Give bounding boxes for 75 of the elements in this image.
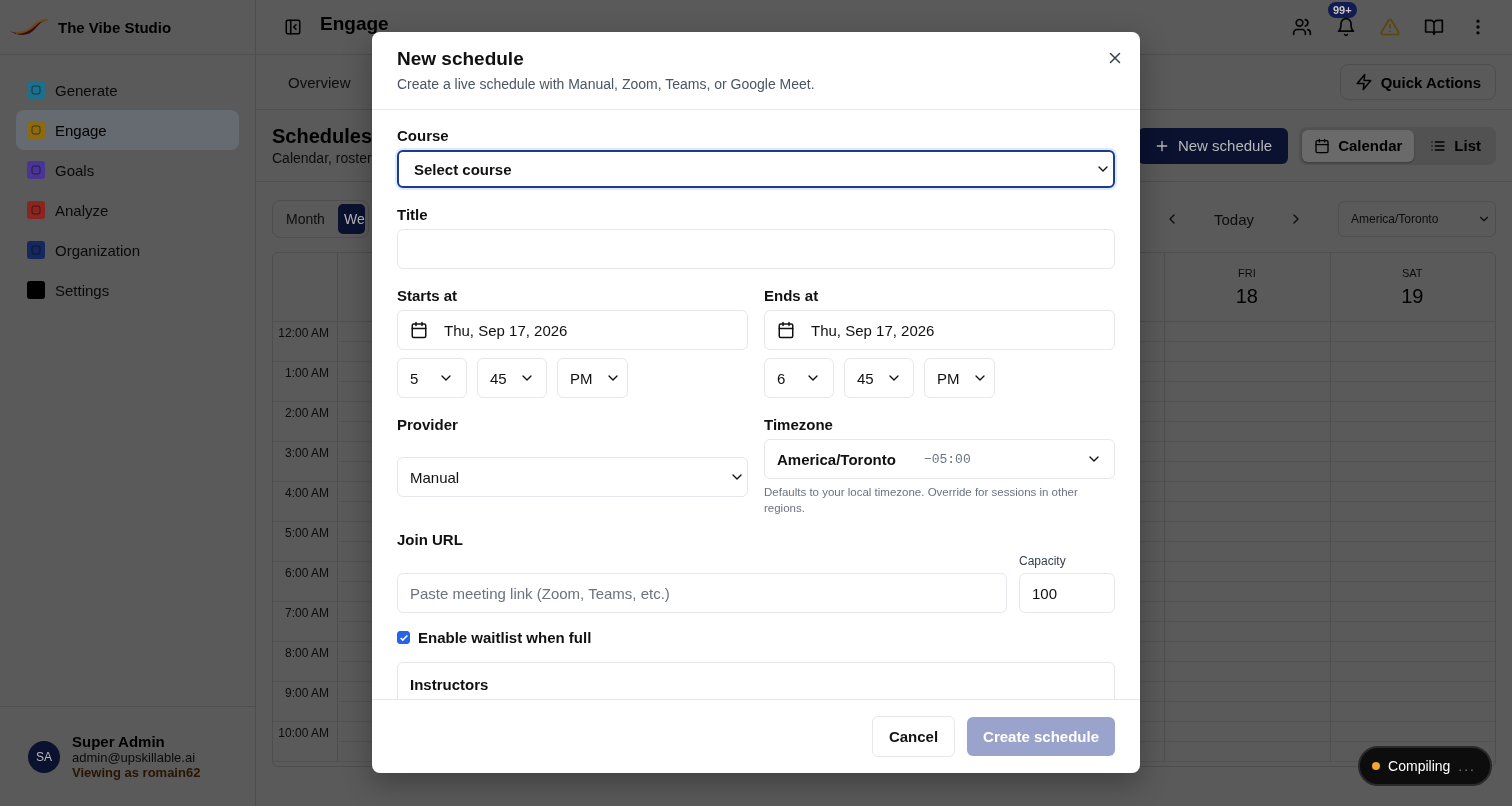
date-field[interactable]: Thu, Sep 17, 2026 [397, 310, 748, 350]
calendar-icon [410, 321, 428, 339]
field-label: Course [397, 126, 450, 146]
section-subtitle: Calendar, roster [272, 150, 373, 166]
viewing-as-label: Viewing as romain62 [72, 765, 201, 780]
menu-item-icon [27, 161, 45, 179]
calendar-icon [1314, 137, 1331, 154]
time-label: 6:00 AM [284, 566, 329, 580]
field-label: Join URL [397, 530, 464, 550]
time-label: 3:00 AM [284, 446, 329, 460]
time-label: 1:00 AM [284, 366, 329, 380]
app-name: The Vibe Studio [58, 18, 172, 36]
section-title: Schedules [272, 125, 373, 148]
users-icon[interactable] [1292, 17, 1312, 37]
time-label: 7:00 AM [284, 606, 329, 620]
menu-item-icon [27, 281, 45, 299]
period-select[interactable]: PM [924, 358, 995, 398]
period-select[interactable]: PM [557, 358, 628, 398]
view-toggle[interactable]: Calendar [1302, 129, 1415, 162]
time-label: 12:00 AM [278, 326, 329, 340]
calendar-icon [777, 321, 795, 339]
field-label: Title [397, 205, 429, 225]
date-field[interactable]: Thu, Sep 17, 2026 [764, 310, 1115, 350]
menu-item-icon [27, 201, 45, 219]
checkbox[interactable] [397, 631, 410, 644]
section-title: Instructors [410, 676, 489, 693]
page-title: Engage [320, 14, 389, 34]
status-dot-icon [1372, 762, 1381, 770]
provider-select[interactable]: Manual [397, 457, 748, 497]
field-label: Provider [397, 415, 459, 435]
bell-icon[interactable] [1336, 17, 1356, 37]
time-label: 10:00 AM [278, 726, 329, 740]
field-label: Ends at [764, 286, 820, 306]
user-avatar: SA [28, 740, 60, 773]
menu-item-icon [27, 121, 45, 139]
user-name: Super Admin [72, 733, 166, 750]
menu-item-icon [27, 241, 45, 259]
book-icon[interactable] [1424, 17, 1444, 37]
loading-dots: ... [1458, 758, 1476, 774]
day-number: 18 [1235, 284, 1258, 308]
time-label: 8:00 AM [284, 646, 329, 660]
minute-select[interactable]: 45 [477, 358, 547, 398]
lightning-icon [1354, 73, 1373, 91]
field-label: Starts at [397, 286, 459, 306]
course-select[interactable]: Select course [397, 150, 1115, 188]
capacity-field[interactable]: 100 [1019, 573, 1115, 613]
cancel-button[interactable]: Cancel [871, 716, 956, 757]
notification-badge: 99+ [1328, 2, 1357, 18]
view-tab[interactable]: We [337, 204, 365, 234]
weekday-label: SAT [1402, 266, 1423, 279]
time-label: 2:00 AM [284, 406, 329, 420]
hour-select[interactable]: 6 [764, 358, 834, 398]
user-email: admin@upskillable.ai [72, 750, 197, 765]
time-label: 4:00 AM [284, 486, 329, 500]
dialog-subtitle: Create a live schedule with Manual, Zoom, Teams, or Google Meet. [397, 76, 815, 92]
field-label: Capacity [1019, 554, 1067, 568]
utc-offset: −05:00 [923, 451, 972, 467]
field-label: Timezone [764, 415, 834, 435]
menu-item-icon [27, 81, 45, 99]
time-label: 5:00 AM [284, 526, 329, 540]
time-label: 9:00 AM [284, 686, 329, 700]
join-url-field[interactable]: Paste meeting link (Zoom, Teams, etc.) [397, 573, 1007, 613]
day-number: 19 [1401, 284, 1424, 308]
new-schedule-button[interactable]: New schedule [1137, 127, 1289, 164]
status-label: Compiling [1388, 758, 1451, 774]
title-field[interactable] [397, 229, 1115, 269]
dialog-title: New schedule [397, 48, 525, 70]
sidebar-item[interactable]: Engage [16, 110, 239, 150]
checkbox-label: Enable waitlist when full [418, 629, 592, 646]
field-hint: Defaults to your local timezone. Override for sessions in other regions. [764, 485, 1079, 516]
hour-select[interactable]: 5 [397, 358, 467, 398]
sidebar-toggle-icon[interactable] [284, 18, 302, 36]
timezone-select[interactable]: America/Toronto −05:00 [764, 439, 1115, 479]
minute-select[interactable]: 45 [844, 358, 914, 398]
weekday-label: FRI [1238, 266, 1256, 279]
